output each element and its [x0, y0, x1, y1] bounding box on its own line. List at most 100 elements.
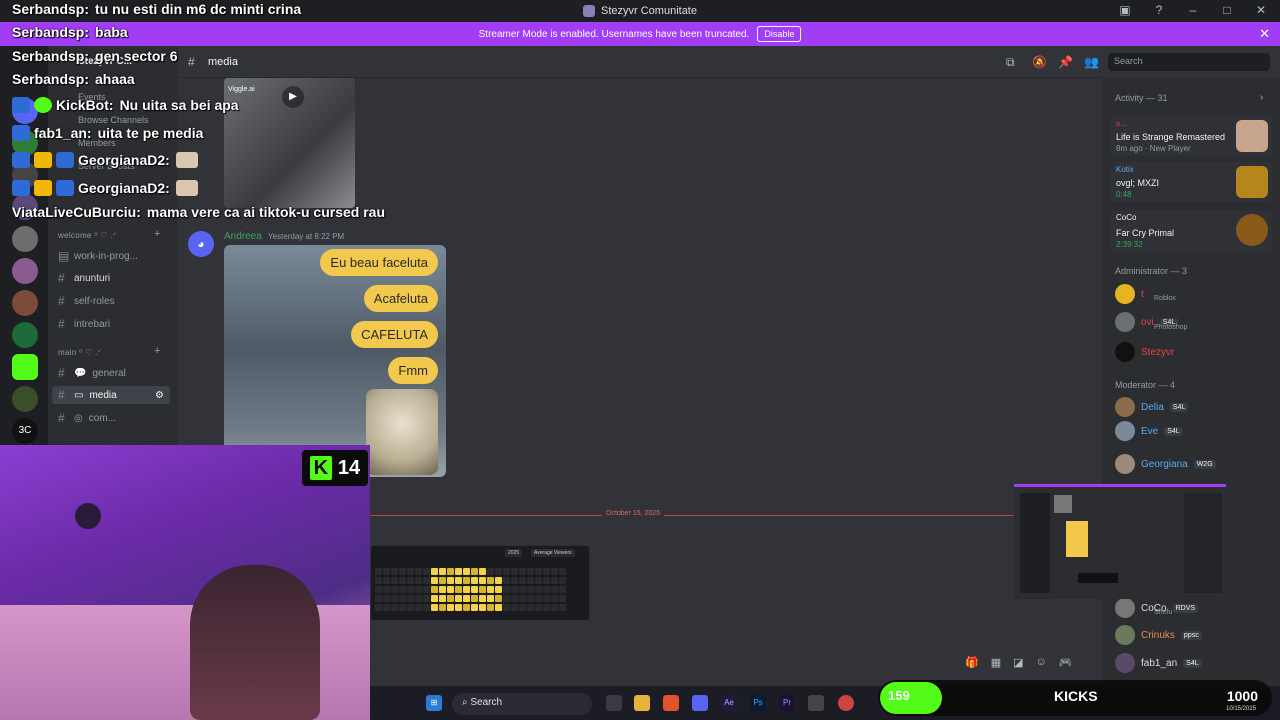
chat-text: baba	[95, 24, 128, 40]
heatmap-cell	[439, 604, 446, 611]
member-row[interactable]: Georgiana W2G	[1115, 454, 1216, 474]
heatmap-cell	[407, 595, 414, 602]
discord-taskbar-icon[interactable]	[692, 695, 708, 711]
heatmap-cell	[543, 568, 550, 575]
channel-intrebari[interactable]: # intrebari	[58, 317, 110, 331]
inbox-icon[interactable]: ▣	[1114, 3, 1136, 17]
channel-header: # media ⧉ 🔕 📌 👥 Search	[178, 46, 1270, 78]
obs-icon[interactable]	[838, 695, 854, 711]
help-icon[interactable]: ?	[1148, 3, 1170, 17]
avatar[interactable]: ◕	[188, 231, 214, 257]
verified-icon	[34, 97, 52, 113]
avatar	[1115, 342, 1135, 362]
pin-icon[interactable]: 📌	[1058, 55, 1073, 69]
server-icon[interactable]	[12, 226, 38, 252]
windows-start-icon[interactable]: ⊞	[426, 695, 442, 711]
activity-card[interactable]: Kotix ovgl; MXZI 0:48	[1110, 162, 1272, 202]
after-effects-icon[interactable]: Ae	[721, 695, 737, 711]
channel-label: intrebari	[74, 318, 111, 330]
threads-icon[interactable]: ⧉	[1006, 55, 1015, 70]
mute-bell-icon[interactable]: 🔕	[1032, 55, 1047, 69]
gift-icon[interactable]: 🎁	[965, 656, 979, 669]
chat-username: Serbandsp:	[12, 1, 90, 17]
channel-label: general	[92, 367, 126, 379]
server-icon[interactable]	[12, 290, 38, 316]
activity-meta: 2:39:32	[1116, 240, 1143, 249]
photoshop-icon[interactable]: Ps	[750, 695, 766, 711]
member-row[interactable]: fab1_an S4L	[1115, 653, 1202, 673]
activity-meta: 0:48	[1116, 190, 1132, 199]
banner-close-icon[interactable]: ✕	[1259, 26, 1270, 42]
image-attachment[interactable]: Eu beau faceluta Acafeluta CAFELUTA Fmm	[224, 245, 446, 477]
heatmap-cell	[479, 595, 486, 602]
channel-media[interactable]: # ▭ media ⚙	[52, 386, 170, 404]
category-welcome[interactable]: welcome ⁰ ♡ .ᐟ	[58, 231, 116, 240]
premiere-icon[interactable]: Pr	[779, 695, 795, 711]
brave-browser-icon[interactable]	[663, 695, 679, 711]
badge-icon	[56, 180, 74, 196]
chat-username: GeorgianaD2:	[78, 152, 170, 168]
metric-select[interactable]: Average Viewers	[531, 549, 575, 557]
heatmap-cell	[559, 604, 566, 611]
member-row[interactable]: Crinuks ppsc	[1115, 625, 1202, 645]
close-icon[interactable]: ✕	[1250, 3, 1272, 17]
channel-work-in-progress[interactable]: ▤ work-in-prog...	[58, 249, 138, 263]
cat-image	[366, 389, 438, 475]
server-icon[interactable]	[12, 322, 38, 348]
chevron-right-icon[interactable]: ›	[1260, 92, 1263, 103]
moderator-header: Moderator — 4	[1115, 380, 1176, 390]
chat-bubble: Fmm	[388, 357, 438, 384]
channel-self-roles[interactable]: # self-roles	[58, 294, 115, 308]
browse-channels-link[interactable]: Browse Channels	[78, 115, 149, 125]
category-main[interactable]: main ⁰ ♡ .ᐟ	[58, 348, 101, 357]
member-row[interactable]: Delia S4L	[1115, 397, 1189, 417]
chat-username: KickBot:	[56, 97, 114, 113]
emote-icon	[175, 152, 198, 168]
add-channel-icon[interactable]: +	[154, 345, 160, 357]
members-list-icon[interactable]: 👥	[1084, 55, 1099, 69]
avatar	[1115, 421, 1135, 441]
apps-icon[interactable]: 🎮	[1059, 656, 1073, 669]
file-explorer-icon[interactable]	[634, 695, 650, 711]
task-view-icon[interactable]	[606, 695, 622, 711]
member-row[interactable]: Stezyvr	[1115, 342, 1174, 362]
heatmap-cell	[431, 586, 438, 593]
kick-server-icon[interactable]	[12, 354, 38, 380]
crown-icon	[34, 152, 52, 168]
add-channel-icon[interactable]: +	[154, 228, 160, 240]
gif-icon[interactable]: ▦	[991, 656, 1001, 669]
member-row[interactable]: Eve S4L	[1115, 421, 1183, 441]
discord-app-icon	[583, 5, 595, 17]
channel-anunturi[interactable]: # anunturi	[58, 271, 110, 285]
emoji-icon[interactable]: ☺	[1036, 656, 1047, 669]
clan-tag: ppsc	[1180, 630, 1202, 640]
kicks-goal-bar: 159 KICKS 1000	[878, 680, 1272, 716]
sticker-icon[interactable]: ◪	[1013, 656, 1023, 669]
activity-card[interactable]: CoCo Far Cry Primal 2:39:32	[1110, 210, 1272, 252]
channel-general[interactable]: # 💬 general	[58, 366, 126, 380]
server-icon[interactable]	[12, 386, 38, 412]
game-thumbnail	[1236, 120, 1268, 152]
search-input[interactable]: Search	[1108, 53, 1270, 71]
minimize-icon[interactable]: –	[1182, 3, 1204, 17]
app-icon[interactable]	[808, 695, 824, 711]
member-row[interactable]: t	[1115, 284, 1144, 304]
video-attachment[interactable]: Viggle.ai ▶	[224, 78, 355, 208]
heatmap-cell	[503, 568, 510, 575]
heatmap-cell	[543, 595, 550, 602]
kicks-current: 159	[888, 688, 910, 703]
server-icon[interactable]: 3C	[12, 418, 38, 444]
disable-button[interactable]: Disable	[757, 26, 802, 42]
server-icon[interactable]	[12, 258, 38, 284]
settings-gear-icon[interactable]: ⚙	[155, 390, 164, 401]
maximize-icon[interactable]: □	[1216, 3, 1238, 17]
heatmap-embed[interactable]: 2025 Average Viewers	[370, 545, 590, 621]
message-author[interactable]: Andreea	[224, 231, 262, 242]
year-select[interactable]: 2025	[505, 549, 523, 557]
activity-card[interactable]: s... Life is Strange Remastered 8m ago ·…	[1110, 116, 1272, 156]
play-icon[interactable]: ▶	[282, 86, 304, 108]
channel-com[interactable]: # ◎ com...	[58, 411, 116, 425]
kicks-goal: 1000	[1226, 688, 1258, 704]
kick-follower-badge: K 14	[302, 450, 368, 486]
taskbar-search[interactable]: ⌕ Search	[452, 693, 592, 715]
